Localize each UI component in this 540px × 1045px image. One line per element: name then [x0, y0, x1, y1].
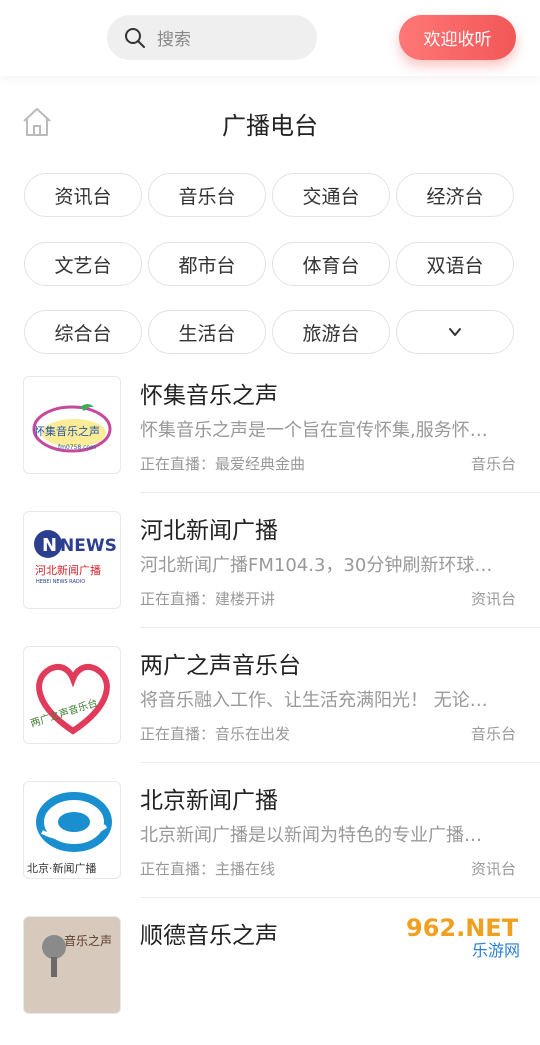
- station-description: 怀集音乐之声是一个旨在宣传怀集,服务怀…: [140, 420, 488, 441]
- station-description: 将音乐融入工作、让生活充满阳光！ 无论…: [140, 690, 488, 711]
- station-logo-image: 怀集音乐之声 fm0758.com: [32, 404, 112, 453]
- chip-more[interactable]: [396, 310, 514, 354]
- station-logo: 怀集音乐之声 fm0758.com: [23, 376, 121, 474]
- station-logo-image: 音乐之声: [42, 933, 112, 977]
- station-logo: 两广之声音乐台: [23, 646, 121, 744]
- svg-text:北京·新闻广播: 北京·新闻广播: [27, 861, 97, 875]
- search-input[interactable]: 搜索: [107, 15, 317, 60]
- station-category: 音乐台: [470, 455, 516, 473]
- chip-bilingual[interactable]: 双语台: [396, 242, 514, 286]
- station-category: 音乐台: [470, 725, 516, 743]
- station-item[interactable]: N NEWS 河北新闻广播 HEBEI NEWS RADIO 河北新闻广播 河北…: [0, 505, 540, 640]
- svg-text:962.NET: 962.NET: [406, 914, 519, 942]
- station-description: 河北新闻广播FM104.3，30分钟刷新环球…: [140, 555, 493, 576]
- chevron-down-icon: [449, 328, 461, 336]
- station-logo-image: N NEWS 河北新闻广播 HEBEI NEWS RADIO: [34, 530, 117, 585]
- station-name: 北京新闻广播: [140, 788, 278, 814]
- svg-text:乐游网: 乐游网: [472, 941, 520, 960]
- station-live-program: 正在直播：最爱经典金曲: [140, 455, 306, 473]
- svg-text:河北新闻广播: 河北新闻广播: [35, 563, 101, 577]
- station-logo: N NEWS 河北新闻广播 HEBEI NEWS RADIO: [23, 511, 121, 609]
- station-logo-image: 北京·新闻广播: [27, 792, 112, 875]
- station-description: 北京新闻广播是以新闻为特色的专业广播…: [140, 825, 482, 846]
- search-icon: [125, 27, 145, 48]
- station-category: 资讯台: [470, 590, 516, 608]
- station-name: 怀集音乐之声: [140, 383, 278, 409]
- chip-arts[interactable]: 文艺台: [24, 242, 142, 286]
- search-placeholder: 搜索: [157, 30, 191, 50]
- chip-news[interactable]: 资讯台: [24, 173, 142, 217]
- station-item[interactable]: 怀集音乐之声 fm0758.com 怀集音乐之声 怀集音乐之声是一个旨在宣传怀集…: [0, 370, 540, 505]
- divider: [140, 627, 540, 628]
- chip-general[interactable]: 综合台: [24, 310, 142, 354]
- station-logo: 北京·新闻广播: [23, 781, 121, 879]
- svg-text:音乐之声: 音乐之声: [64, 933, 112, 948]
- station-item[interactable]: 两广之声音乐台 两广之声音乐台 将音乐融入工作、让生活充满阳光！ 无论… 正在直…: [0, 640, 540, 775]
- svg-text:N: N: [42, 535, 57, 556]
- station-name: 河北新闻广播: [140, 518, 278, 544]
- svg-text:怀集音乐之声: 怀集音乐之声: [34, 424, 100, 438]
- divider: [140, 492, 540, 493]
- svg-text:HEBEI NEWS RADIO: HEBEI NEWS RADIO: [36, 579, 85, 585]
- watermark-logo: 962.NET 乐游网: [406, 914, 520, 960]
- page-title: 广播电台: [222, 112, 318, 140]
- chip-life[interactable]: 生活台: [148, 310, 266, 354]
- station-live-program: 正在直播：主播在线: [140, 860, 276, 878]
- svg-text:NEWS: NEWS: [60, 536, 117, 556]
- svg-text:fm0758.com: fm0758.com: [58, 444, 96, 451]
- station-item[interactable]: 北京·新闻广播 北京新闻广播 北京新闻广播是以新闻为特色的专业广播… 正在直播：…: [0, 775, 540, 910]
- chip-traffic[interactable]: 交通台: [272, 173, 390, 217]
- station-name: 两广之声音乐台: [140, 653, 301, 679]
- station-logo: 音乐之声: [23, 916, 121, 1014]
- station-name: 顺德音乐之声: [140, 923, 278, 949]
- chip-economy[interactable]: 经济台: [396, 173, 514, 217]
- divider: [140, 762, 540, 763]
- chip-sports[interactable]: 体育台: [272, 242, 390, 286]
- divider: [140, 897, 540, 898]
- top-bar: 搜索 欢迎收听: [0, 0, 540, 76]
- station-category: 资讯台: [470, 860, 516, 878]
- welcome-listen-button[interactable]: 欢迎收听: [399, 15, 516, 60]
- chip-city[interactable]: 都市台: [148, 242, 266, 286]
- chip-music[interactable]: 音乐台: [148, 173, 266, 217]
- chip-travel[interactable]: 旅游台: [272, 310, 390, 354]
- station-logo-image: 两广之声音乐台: [29, 663, 110, 735]
- station-live-program: 正在直播：建楼开讲: [140, 590, 276, 608]
- station-live-program: 正在直播：音乐在出发: [140, 725, 291, 743]
